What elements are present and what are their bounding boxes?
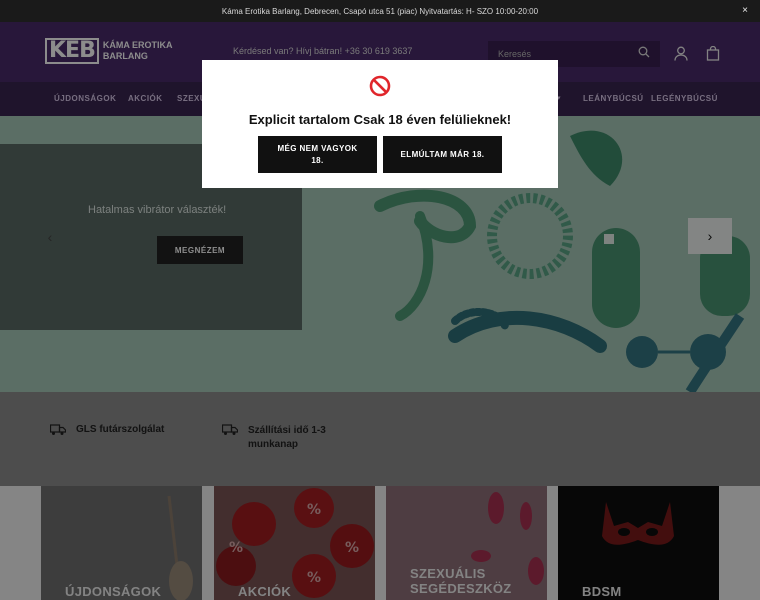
- decline-line-1: MÉG NEM VAGYOK: [277, 143, 358, 153]
- close-announcement-icon[interactable]: ×: [742, 5, 748, 16]
- announcement-text: Káma Erotika Barlang, Debrecen, Csapó ut…: [221, 6, 539, 16]
- announcement-bar: Káma Erotika Barlang, Debrecen, Csapó ut…: [0, 0, 760, 22]
- age-verification-modal: Explicit tartalom Csak 18 éven felüliekn…: [202, 60, 558, 188]
- accept-button[interactable]: ELMÚLTAM MÁR 18.: [383, 136, 502, 173]
- decline-button[interactable]: MÉG NEM VAGYOK 18.: [258, 136, 377, 173]
- decline-button-label: MÉG NEM VAGYOK 18.: [277, 143, 357, 167]
- decline-line-2: 18.: [311, 155, 324, 165]
- modal-title: Explicit tartalom Csak 18 éven felüliekn…: [248, 112, 512, 127]
- prohibited-icon: [369, 75, 391, 102]
